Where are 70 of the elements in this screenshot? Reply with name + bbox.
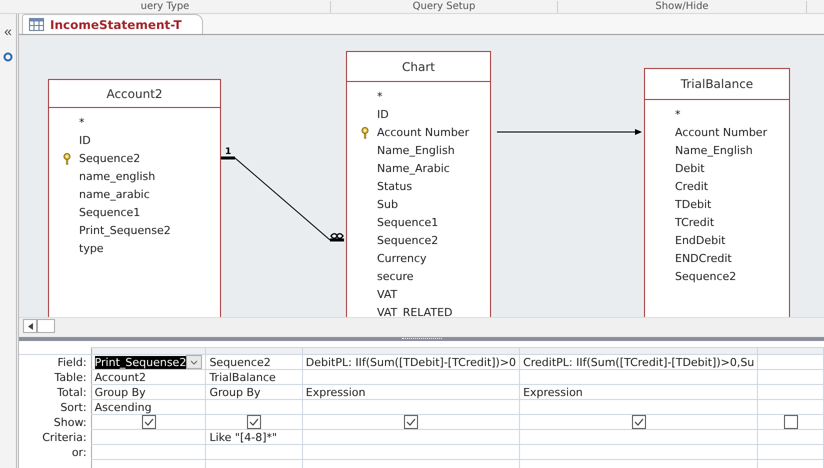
field-item[interactable]: Sequence1 <box>361 214 490 232</box>
grid-cell[interactable]: Group By <box>91 384 206 400</box>
grid-cell[interactable]: Like "[4-8]*" <box>206 430 302 444</box>
field-item[interactable]: Sequence2 <box>63 150 220 168</box>
table-window[interactable]: Account2 * ID Sequence2 name_english name_arabic Sequence1 Print_Sequense2 type <box>48 79 221 317</box>
show-checkbox[interactable] <box>784 415 798 429</box>
key-icon <box>361 127 369 139</box>
one-label: 1 <box>225 147 232 157</box>
show-checkbox[interactable] <box>632 415 646 429</box>
show-checkbox[interactable] <box>142 415 156 429</box>
grid-cell[interactable]: Group By <box>206 384 302 400</box>
table-window[interactable]: TrialBalance * Account Number Name_English Debit Credit TDebit TCredit EndDebit ENDCredit Sequence2 <box>644 68 790 317</box>
field-item[interactable]: secure <box>361 268 490 286</box>
table-window[interactable]: Chart * ID Account Number Name_English Name_Arabic Status Sub Sequence1 Sequence2 Currency secure VAT VAT_RELATED <box>346 51 491 317</box>
show-checkbox[interactable] <box>404 415 418 429</box>
field-item[interactable]: Name_Arabic <box>361 160 490 178</box>
field-item[interactable]: * <box>63 114 220 132</box>
scroll-thumb[interactable] <box>37 319 55 333</box>
grid-cell[interactable]: Expression <box>520 384 758 400</box>
field-item[interactable]: Print_Sequense2 <box>63 222 220 240</box>
field-item[interactable]: Sequence2 <box>361 232 490 250</box>
field-item[interactable]: Debit <box>659 160 789 178</box>
ribbon-group-label: uery Type <box>0 1 331 13</box>
query-icon <box>29 18 44 31</box>
field-item[interactable]: * <box>361 88 490 106</box>
row-label: Field: <box>19 354 92 370</box>
search-icon[interactable] <box>3 52 13 62</box>
ribbon-group-label: Show/Hide <box>558 1 807 13</box>
field-item[interactable]: ID <box>361 106 490 124</box>
table-title: Chart <box>347 52 490 82</box>
left-arrow-icon <box>28 322 32 330</box>
field-item[interactable]: Sequence1 <box>63 204 220 222</box>
field-item[interactable]: EndDebit <box>659 232 789 250</box>
field-item[interactable]: Status <box>361 178 490 196</box>
field-item[interactable]: type <box>63 240 220 258</box>
key-icon <box>63 153 71 165</box>
field-item[interactable]: * <box>659 106 789 124</box>
field-item[interactable]: Name_English <box>361 142 490 160</box>
table-title: Account2 <box>49 80 220 108</box>
document-tab[interactable]: IncomeStatement-T <box>22 14 203 34</box>
field-item[interactable]: TCredit <box>659 214 789 232</box>
collapse-button[interactable]: « <box>4 24 12 38</box>
field-item[interactable]: Account Number <box>659 124 789 142</box>
field-item[interactable]: VAT <box>361 286 490 304</box>
table-title: TrialBalance <box>645 69 789 100</box>
dropdown-icon[interactable] <box>186 355 202 369</box>
field-cell[interactable]: Print_Sequense2 <box>91 354 206 370</box>
ribbon-group-label: Query Setup <box>331 1 558 13</box>
grid-cell[interactable]: Account2 <box>91 370 206 384</box>
field-item[interactable]: Account Number <box>361 124 490 142</box>
field-item[interactable]: TDebit <box>659 196 789 214</box>
grid-cell[interactable]: TrialBalance <box>206 370 302 384</box>
field-cell[interactable]: DebitPL: IIf(Sum([TDebit]-[TCredit])>0 <box>302 354 520 370</box>
grid-cell[interactable]: Expression <box>302 384 520 400</box>
field-item[interactable]: ENDCredit <box>659 250 789 268</box>
field-item[interactable]: name_english <box>63 168 220 186</box>
field-cell[interactable] <box>758 354 824 370</box>
field-item[interactable]: Credit <box>659 178 789 196</box>
field-item[interactable]: Name_English <box>659 142 789 160</box>
field-item[interactable]: Sequence2 <box>659 268 789 286</box>
field-cell[interactable]: Sequence2 <box>206 354 302 370</box>
field-item[interactable]: VAT_RELATED <box>361 304 490 317</box>
field-cell[interactable]: CreditPL: IIf(Sum([TCredit]-[TDebit])>0,Su <box>520 354 758 370</box>
field-item[interactable]: name_arabic <box>63 186 220 204</box>
scroll-left-button[interactable] <box>23 319 37 333</box>
field-item[interactable]: ID <box>63 132 220 150</box>
show-checkbox[interactable] <box>247 415 262 429</box>
field-item[interactable]: Sub <box>361 196 490 214</box>
field-item[interactable]: Currency <box>361 250 490 268</box>
grid-cell[interactable]: Ascending <box>91 400 206 414</box>
